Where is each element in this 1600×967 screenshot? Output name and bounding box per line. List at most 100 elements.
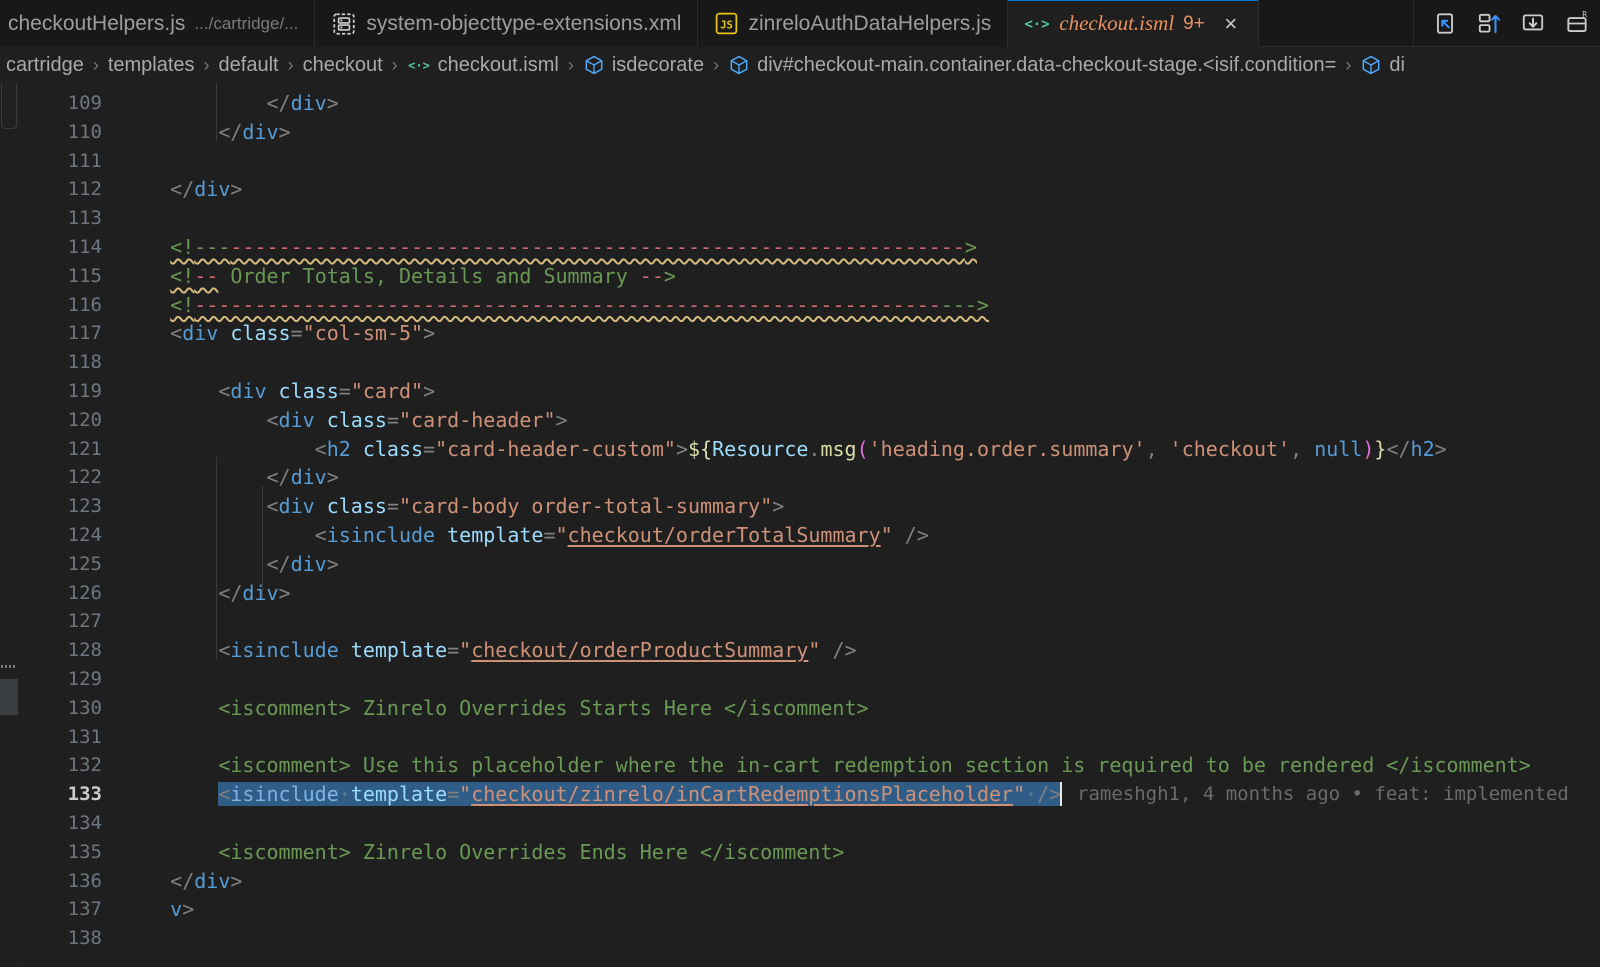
code-line-132: <iscomment> Use this placeholder where t… bbox=[122, 753, 1531, 778]
code-line-117: <div class="col-sm-5"> bbox=[122, 321, 436, 346]
tab-close-icon[interactable]: × bbox=[1220, 12, 1242, 35]
breadcrumb-separator-icon: › bbox=[567, 54, 574, 75]
line-number: 116 bbox=[67, 293, 102, 316]
tab-description: .../cartridge/... bbox=[194, 13, 299, 33]
line-number: 113 bbox=[67, 207, 102, 230]
line-number: 135 bbox=[67, 840, 102, 863]
breadcrumb-label: isdecorate bbox=[611, 53, 705, 76]
code-line-124: <isinclude template="checkout/orderTotal… bbox=[122, 522, 929, 547]
code-line-120: <div class="card-header"> bbox=[122, 407, 568, 432]
symbol-cube-icon bbox=[583, 54, 605, 76]
breadcrumb-item-templates[interactable]: templates bbox=[106, 54, 197, 77]
svg-text:<·>: <·> bbox=[408, 58, 430, 72]
tab-label: checkout.isml bbox=[1059, 11, 1175, 35]
breadcrumb-label: di bbox=[1389, 53, 1405, 76]
breadcrumb-label: checkout.isml bbox=[437, 53, 559, 76]
code-content[interactable]: </div> </div> </div> <!-----------------… bbox=[122, 83, 1600, 967]
breadcrumb-separator-icon: › bbox=[713, 54, 720, 75]
breadcrumb-item-cartridge[interactable]: cartridge bbox=[4, 54, 86, 77]
breadcrumb-item-checkout[interactable]: checkout bbox=[301, 54, 385, 77]
code-line-114: <!--------------------------------------… bbox=[170, 234, 977, 259]
line-number: 115 bbox=[67, 264, 102, 287]
tab-zinrelo-auth-data-helpers-js[interactable]: JS zinreloAuthDataHelpers.js bbox=[698, 0, 1009, 47]
line-number: 124 bbox=[67, 523, 102, 546]
code-line-122: </div> bbox=[122, 465, 339, 490]
split-editor-down-icon[interactable] bbox=[1520, 11, 1546, 37]
isml-file-icon: <·> bbox=[407, 55, 431, 75]
code-line-128: <isinclude template="checkout/orderProdu… bbox=[122, 638, 857, 663]
code-line-135: <iscomment> Zinrelo Overrides Ends Here … bbox=[122, 839, 845, 864]
code-line-110: </div> bbox=[122, 119, 291, 144]
line-number: 112 bbox=[67, 178, 102, 201]
code-editor[interactable]: 109 110 111 112 113 114 115 116 117 118 … bbox=[0, 83, 1600, 967]
line-number: 118 bbox=[67, 351, 102, 374]
line-number: 122 bbox=[67, 466, 102, 489]
split-editor-right-icon[interactable] bbox=[1432, 11, 1458, 37]
line-number: 136 bbox=[67, 869, 102, 892]
code-line-123: <div class="card-body order-total-summar… bbox=[122, 494, 785, 519]
editor-tab-bar: checkoutHelpers.js .../cartridge/... sys… bbox=[0, 0, 1600, 47]
breadcrumb-item-checkout-isml[interactable]: <·> checkout.isml bbox=[405, 54, 561, 77]
line-number: 138 bbox=[67, 927, 102, 950]
breadcrumb-item-div-checkout-main[interactable]: div#checkout-main.container.data-checkou… bbox=[726, 54, 1338, 77]
code-line-136: </div> bbox=[122, 868, 243, 893]
code-line-130: <iscomment> Zinrelo Overrides Starts Her… bbox=[122, 695, 869, 720]
xml-file-icon bbox=[331, 11, 357, 37]
code-line-115: <!-- Order Totals, Details and Summary -… bbox=[170, 263, 676, 288]
code-line-133[interactable]: <isinclude·template="checkout/zinrelo/in… bbox=[122, 780, 1600, 809]
breadcrumb-item-isdecorate[interactable]: isdecorate bbox=[581, 54, 706, 77]
symbol-cube-icon bbox=[728, 54, 750, 76]
line-number: 119 bbox=[67, 379, 102, 402]
svg-text:JS: JS bbox=[721, 19, 734, 31]
line-number: 125 bbox=[67, 552, 102, 575]
breadcrumb-separator-icon: › bbox=[287, 54, 294, 75]
breadcrumb-item-default[interactable]: default bbox=[217, 54, 281, 77]
breadcrumb-separator-icon: › bbox=[391, 54, 398, 75]
line-number: 109 bbox=[67, 92, 102, 114]
breadcrumb-separator-icon: › bbox=[92, 54, 99, 75]
breadcrumb-item-div-truncated[interactable]: di bbox=[1358, 54, 1407, 77]
svg-text:R: R bbox=[1582, 10, 1587, 19]
more-actions-icon[interactable]: R bbox=[1564, 10, 1590, 37]
breadcrumb: cartridge › templates › default › checko… bbox=[0, 47, 1600, 83]
svg-text:<·>: <·> bbox=[1025, 16, 1050, 32]
text-cursor bbox=[1060, 782, 1063, 807]
tab-system-objecttype-extensions-xml[interactable]: system-objecttype-extensions.xml bbox=[315, 0, 699, 47]
line-number-current: 133 bbox=[67, 783, 102, 806]
split-editor-up-icon[interactable] bbox=[1476, 11, 1502, 37]
line-number: 126 bbox=[67, 581, 102, 604]
isml-file-icon: <·> bbox=[1024, 13, 1050, 35]
line-number: 131 bbox=[67, 725, 102, 748]
line-number: 129 bbox=[67, 667, 102, 690]
git-blame-annotation[interactable]: rameshgh1, 4 months ago • feat: implemen… bbox=[1077, 780, 1569, 809]
breadcrumb-separator-icon: › bbox=[203, 54, 210, 75]
line-number: 132 bbox=[67, 754, 102, 777]
line-number-gutter: 109 110 111 112 113 114 115 116 117 118 … bbox=[18, 83, 122, 967]
code-line-137: v> bbox=[170, 897, 195, 922]
code-line-116: <!--------------------------------------… bbox=[170, 292, 989, 317]
tab-problem-badge: 9+ bbox=[1183, 12, 1205, 34]
tab-checkout-isml[interactable]: <·> checkout.isml 9+ × bbox=[1008, 0, 1259, 47]
line-number: 127 bbox=[67, 610, 102, 633]
code-line-125: </div> bbox=[122, 551, 339, 576]
line-number: 137 bbox=[67, 898, 102, 921]
tab-label: zinreloAuthDataHelpers.js bbox=[748, 11, 992, 35]
js-file-icon: JS bbox=[714, 11, 739, 36]
code-line-112: </div> bbox=[122, 177, 243, 202]
symbol-cube-icon bbox=[1360, 54, 1382, 76]
line-number: 111 bbox=[67, 149, 102, 172]
tab-label: checkoutHelpers.js bbox=[8, 11, 186, 35]
breadcrumb-separator-icon: › bbox=[1345, 54, 1352, 75]
line-number: 128 bbox=[67, 639, 102, 662]
tab-checkout-helpers-js[interactable]: checkoutHelpers.js .../cartridge/... bbox=[0, 0, 316, 47]
breadcrumb-label: templates bbox=[107, 53, 195, 76]
tab-label: system-objecttype-extensions.xml bbox=[366, 11, 682, 35]
line-number: 134 bbox=[67, 811, 102, 834]
minimap[interactable] bbox=[0, 83, 18, 967]
